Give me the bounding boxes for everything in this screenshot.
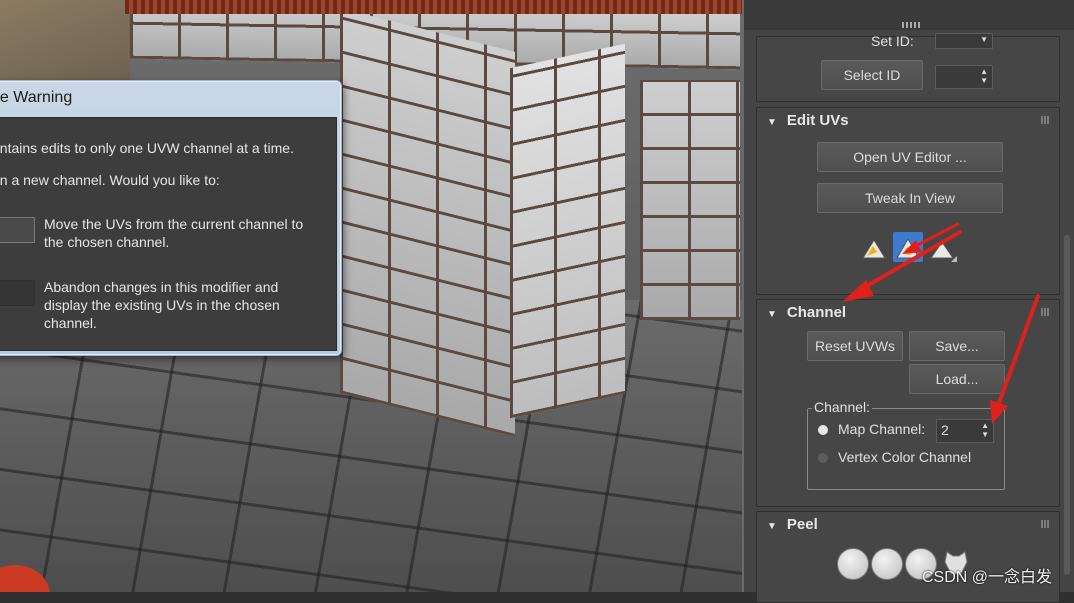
move-uvs-button[interactable] (0, 217, 35, 243)
brick-wall-right (640, 80, 740, 320)
set-id-label: Set ID: (871, 33, 914, 49)
map-channel-value: 2 (941, 422, 949, 438)
map-channel-label: Map Channel: (838, 421, 926, 437)
abandon-label-line3: channel. (44, 315, 97, 331)
dialog-title: ge Warning (0, 89, 73, 106)
channel-group: Channel: Map Channel: 2 ▲ ▼ Vertex Color … (807, 399, 1005, 490)
brick-wall-front (510, 43, 625, 419)
peel-mode-icon[interactable] (871, 548, 903, 580)
spinner-arrows-icon: ▲ ▼ (980, 67, 988, 85)
rollout-peel: ▼ Peel (756, 511, 1060, 603)
dialog-body: ontains edits to only one UVW channel at… (0, 117, 337, 351)
spinner-arrows-icon: ▲ ▼ (981, 421, 989, 439)
abandon-changes-button[interactable] (0, 280, 35, 306)
collapse-triangle-icon: ▼ (767, 521, 777, 532)
load-button[interactable]: Load... (909, 364, 1005, 394)
save-button[interactable]: Save... (909, 331, 1005, 361)
select-id-button[interactable]: Select ID (821, 60, 923, 90)
uv-pin-icon[interactable] (859, 234, 889, 264)
brick-wall-left (340, 8, 515, 437)
uv-snap-icon[interactable] (927, 234, 957, 264)
viewport-background (0, 0, 130, 90)
channel-change-warning-dialog: ge Warning ontains edits to only one UVW… (0, 80, 342, 356)
select-id-spinner[interactable]: ▲ ▼ (935, 65, 993, 89)
command-panel: Set ID: ▼ Select ID ▲ ▼ ▼ Edit UVs Open UV… (742, 0, 1074, 603)
peel-title[interactable]: ▼ Peel (767, 516, 818, 533)
abandon-label-line2: display the existing UVs in the chosen (44, 297, 280, 313)
map-channel-spinner[interactable]: 2 ▲ ▼ (936, 419, 994, 443)
vertex-color-label: Vertex Color Channel (838, 449, 972, 465)
brick-trim (125, 0, 742, 14)
panel-grip-icon[interactable] (902, 22, 920, 28)
channel-title[interactable]: ▼ Channel (767, 304, 846, 321)
collapse-triangle-icon: ▼ (767, 309, 777, 320)
panel-scrollbar[interactable] (1064, 235, 1070, 575)
map-channel-radio[interactable] (818, 425, 828, 435)
rollout-material-ids: Set ID: ▼ Select ID ▲ ▼ (756, 33, 1060, 102)
watermark: CSDN @一念白发 (922, 569, 1053, 586)
move-uvs-label-line1: Move the UVs from the current channel to (44, 216, 304, 232)
rollout-drag-icon[interactable] (1041, 116, 1049, 124)
rollout-channel: ▼ Channel Reset UVWs Save... Load... Chan… (756, 299, 1060, 507)
rollout-drag-icon[interactable] (1041, 520, 1049, 528)
channel-title-text: Channel (786, 304, 847, 321)
abandon-label-line1: Abandon changes in this modifier and (44, 279, 279, 295)
collapse-triangle-icon: ▼ (767, 117, 777, 128)
uv-tweak-icon[interactable] (893, 232, 923, 262)
set-id-spinner[interactable]: ▼ (935, 33, 993, 49)
open-uv-editor-button[interactable]: Open UV Editor ... (817, 142, 1003, 172)
peel-quick-icon[interactable] (837, 548, 869, 580)
vertex-color-radio[interactable] (818, 453, 828, 463)
reset-uvws-button[interactable]: Reset UVWs (807, 331, 903, 361)
tweak-in-view-button[interactable]: Tweak In View (817, 183, 1003, 213)
peel-title-text: Peel (786, 516, 818, 533)
rollout-drag-icon[interactable] (1041, 308, 1049, 316)
channel-group-title: Channel: (812, 399, 873, 415)
edit-uvs-title-text: Edit UVs (786, 112, 849, 129)
edit-uvs-title[interactable]: ▼ Edit UVs (767, 112, 849, 129)
dialog-message-line2: en a new channel. Would you like to: (0, 172, 220, 188)
move-uvs-label-line2: the chosen channel. (44, 234, 170, 250)
rollout-edit-uvs: ▼ Edit UVs Open UV Editor ... Tweak In Vi… (756, 107, 1060, 295)
dialog-message-line1: ontains edits to only one UVW channel at… (0, 140, 294, 156)
spinner-arrows-icon: ▼ (980, 35, 988, 44)
